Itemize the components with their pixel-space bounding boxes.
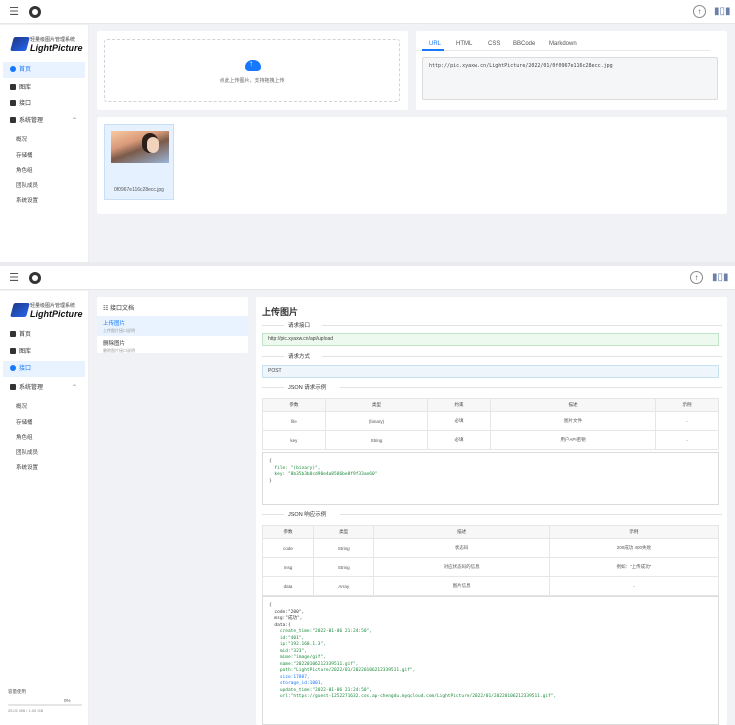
home-icon bbox=[10, 331, 16, 337]
tab-markdown[interactable]: Markdown bbox=[549, 41, 577, 47]
upload-card: 点此上传图片，支持拖拽上传 bbox=[97, 31, 408, 110]
api-icon bbox=[10, 365, 16, 371]
brand-mark-icon bbox=[10, 303, 30, 317]
brand-name: LightPicture bbox=[30, 43, 83, 53]
nav-home[interactable]: 首页 bbox=[3, 327, 85, 343]
request-code-block: { file: "(binary)", key: "8b35b3b8cd98e4… bbox=[262, 452, 719, 505]
nav-gallery[interactable]: 图库 bbox=[3, 80, 85, 96]
brand-logo: 轻量级图片管理系统 LightPicture bbox=[10, 35, 83, 55]
section-response: JSON 响应示例 bbox=[262, 510, 722, 518]
upload-circle-icon[interactable]: ↑ bbox=[690, 271, 703, 284]
menu-icon[interactable]: ☰ bbox=[7, 5, 21, 19]
gallery-icon bbox=[10, 84, 16, 90]
response-code-block: { code:"200", msg:"成功", data:{ create_ti… bbox=[262, 596, 719, 725]
upload-circle-icon[interactable]: ↑ bbox=[693, 5, 706, 18]
table-row: file (binary) 必填 图片文件 - bbox=[262, 411, 719, 431]
nav-system[interactable]: 系统管理 ⌃ bbox=[3, 113, 85, 129]
storage-progress-bar bbox=[8, 704, 82, 706]
nav-sub-settings[interactable]: 系统设置 bbox=[16, 196, 38, 204]
section-method: 请求方式 bbox=[262, 352, 722, 360]
top-bar-2: ☰ ↑ ▮▯▮ bbox=[0, 266, 735, 290]
chevron-up-icon: ⌃ bbox=[71, 385, 77, 391]
sidebar: 轻量级图片管理系统 LightPicture 首页 图库 接口 系统管理 ⌃ 概况… bbox=[0, 25, 89, 262]
nav-sub-overview[interactable]: 概况 bbox=[16, 135, 27, 143]
tab-bbcode[interactable]: BBCode bbox=[513, 41, 535, 47]
upload-dropzone[interactable]: 点此上传图片，支持拖拽上传 bbox=[104, 39, 400, 102]
sidebar-2: 轻量级图片管理系统 LightPicture 首页 图库 接口 系统管理 ⌃ 概况… bbox=[0, 291, 89, 725]
api-url-box: http://pic.xyaxw.cn/api/upload bbox=[262, 333, 719, 346]
api-title: 上传图片 bbox=[262, 307, 299, 317]
table-row: msg String 对应状态码的信息 例如："上传成功" bbox=[262, 557, 720, 577]
tab-html[interactable]: HTML bbox=[456, 41, 472, 47]
nav-sub-settings[interactable]: 系统设置 bbox=[16, 463, 38, 471]
nav-sub-members[interactable]: 团队成员 bbox=[16, 448, 38, 456]
upload-page: ☰ ↑ ▮▯▮ 轻量级图片管理系统 LightPicture 首页 图库 接口 … bbox=[0, 0, 735, 262]
nav-system[interactable]: 系统管理 ⌃ bbox=[3, 380, 85, 396]
table-row: data Array 图片信息 - bbox=[262, 576, 720, 596]
api-method-box: POST bbox=[262, 365, 719, 378]
brand-logo: 轻量级图片管理系统 LightPicture bbox=[10, 301, 83, 321]
nav-sub-overview[interactable]: 概况 bbox=[16, 402, 27, 410]
github-icon[interactable] bbox=[29, 272, 41, 284]
nav-home[interactable]: 首页 bbox=[3, 62, 85, 78]
api-docs-page: ☰ ↑ ▮▯▮ 轻量级图片管理系统 LightPicture 首页 图库 接口 … bbox=[0, 266, 735, 725]
upload-hint: 点此上传图片，支持拖拽上传 bbox=[219, 78, 285, 84]
tab-css[interactable]: CSS bbox=[488, 41, 500, 47]
home-icon bbox=[10, 66, 16, 72]
section-request: JSON 请求示例 bbox=[262, 383, 722, 391]
doc-list-card: ☷ 接口文档 上传图片 上传图片接口说明 删除图片 删除图片接口说明 bbox=[97, 297, 248, 353]
link-card: URL HTML CSS BBCode Markdown http://pic.… bbox=[416, 31, 727, 110]
section-url: 请求接口 bbox=[262, 321, 722, 329]
link-textarea[interactable]: http://pic.xyaxw.cn/LightPicture/2022/01… bbox=[422, 57, 718, 100]
thumbnail-image bbox=[111, 131, 169, 163]
nav-api[interactable]: 接口 bbox=[3, 361, 85, 377]
storage-used: 25.01 MB / 1.00 GB bbox=[8, 708, 44, 713]
image-thumbnail[interactable]: 0f0967e116c28ecc.jpg bbox=[104, 124, 174, 200]
logo-small-icon[interactable]: ▮▯▮ bbox=[714, 5, 731, 19]
table-row: key String 必填 用户API密钥 - bbox=[262, 430, 719, 450]
menu-icon[interactable]: ☰ bbox=[7, 271, 21, 285]
table-row: code String 状态码 200成功 400失败 bbox=[262, 538, 720, 558]
request-params-table: 参数 类型 约束 描述 示例 file (binary) 必填 图片文件 - k… bbox=[262, 398, 719, 450]
cloud-upload-icon bbox=[245, 59, 261, 71]
thumbnail-filename: 0f0967e116c28ecc.jpg bbox=[114, 187, 164, 193]
doc-item-delete[interactable]: 删除图片 删除图片接口说明 bbox=[97, 336, 248, 356]
response-params-table: 参数 类型 描述 示例 code String 状态码 200成功 400失败 … bbox=[262, 525, 720, 596]
api-icon bbox=[10, 100, 16, 106]
github-icon[interactable] bbox=[29, 6, 41, 18]
logo-small-icon[interactable]: ▮▯▮ bbox=[712, 271, 729, 285]
settings-icon bbox=[10, 384, 16, 390]
doc-item-upload[interactable]: 上传图片 上传图片接口说明 bbox=[97, 316, 248, 336]
brand-subtitle: 轻量级图片管理系统 bbox=[30, 303, 76, 309]
nav-sub-roles[interactable]: 角色组 bbox=[16, 166, 33, 174]
nav-api[interactable]: 接口 bbox=[3, 96, 85, 112]
tab-ink-bar bbox=[422, 49, 444, 51]
nav-sub-buckets[interactable]: 存储桶 bbox=[16, 418, 33, 426]
storage-label: 容量使用 bbox=[8, 689, 26, 694]
top-bar: ☰ ↑ ▮▯▮ bbox=[0, 0, 735, 24]
api-doc-card: 上传图片 请求接口 http://pic.xyaxw.cn/api/upload… bbox=[256, 297, 727, 725]
gallery-card: 0f0967e116c28ecc.jpg bbox=[97, 117, 727, 214]
brand-name: LightPicture bbox=[30, 309, 83, 319]
storage-percent: 0% bbox=[64, 698, 71, 703]
brand-subtitle: 轻量级图片管理系统 bbox=[30, 37, 76, 43]
portrait-figure bbox=[147, 137, 159, 153]
tab-divider bbox=[416, 50, 710, 51]
nav-sub-members[interactable]: 团队成员 bbox=[16, 181, 38, 189]
nav-sub-roles[interactable]: 角色组 bbox=[16, 433, 33, 441]
chevron-up-icon: ⌃ bbox=[71, 118, 77, 124]
brand-mark-icon bbox=[10, 37, 30, 51]
doc-list-header: ☷ 接口文档 bbox=[103, 306, 135, 312]
settings-icon bbox=[10, 117, 16, 123]
nav-gallery[interactable]: 图库 bbox=[3, 344, 85, 360]
tab-url[interactable]: URL bbox=[429, 41, 441, 47]
nav-sub-buckets[interactable]: 存储桶 bbox=[16, 151, 33, 159]
gallery-icon bbox=[10, 348, 16, 354]
